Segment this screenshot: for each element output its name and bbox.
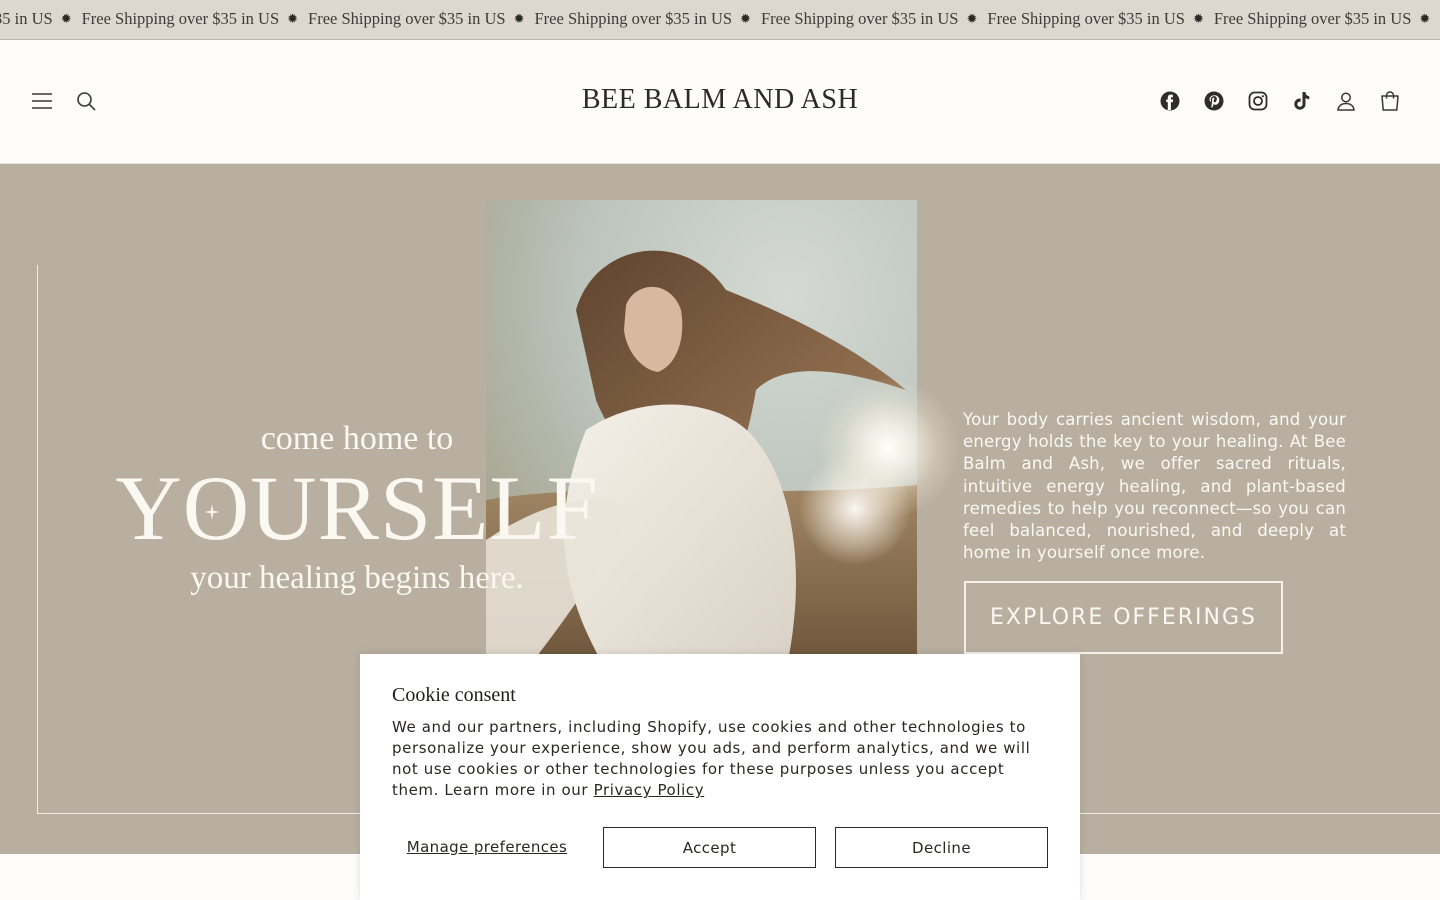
announcement-fragment: 35 in US ✹ — [0, 9, 72, 28]
announcement-bar: 35 in US ✹ Free Shipping over $35 in US ✹… — [0, 0, 1440, 40]
announcement-text: Free Shipping over $35 in US — [534, 9, 733, 28]
cookie-title: Cookie consent — [392, 684, 516, 706]
star-separator-icon: ✹ — [1419, 11, 1431, 26]
announcement-item: Free Shipping over $35 in US ✹ — [308, 9, 534, 29]
hero-tagline-main: YOURSELF — [115, 457, 599, 559]
account-icon[interactable] — [1333, 88, 1359, 114]
announcement-track: 35 in US ✹ Free Shipping over $35 in US ✹… — [0, 9, 1440, 29]
star-separator-icon: ✹ — [60, 11, 72, 26]
announcement-text: Free Shipping over $35 in US — [81, 9, 280, 28]
accept-button[interactable]: Accept — [603, 827, 816, 868]
announcement-text: Free Shipping over $35 in US — [987, 9, 1185, 28]
hero-tagline-bottom: your healing begins here. — [190, 560, 524, 596]
announcement-item: Free Shipping over $35 in US ✹ — [987, 9, 1213, 29]
cookie-consent-dialog: Cookie consent We and our partners, incl… — [360, 654, 1080, 900]
decline-button[interactable]: Decline — [835, 827, 1048, 868]
announcement-item: Free Shipping over $35 in US ✹ — [1214, 9, 1440, 29]
star-separator-icon: ✹ — [1192, 11, 1204, 26]
menu-icon[interactable] — [29, 88, 55, 114]
cookie-message: We and our partners, including Shopify, … — [392, 717, 1052, 801]
explore-offerings-button[interactable]: EXPLORE OFFERINGS — [964, 581, 1283, 654]
announcement-text: Free Shipping over $35 in US — [1213, 9, 1412, 28]
tiktok-icon[interactable] — [1289, 88, 1315, 114]
announcement-item: Free Shipping over $35 in US ✹ — [535, 9, 761, 29]
hero-tagline-top: come home to — [260, 420, 454, 457]
announcement-item: Free Shipping over $35 in US ✹ — [761, 9, 987, 29]
facebook-icon[interactable] — [1157, 88, 1183, 114]
star-separator-icon: ✹ — [287, 11, 299, 26]
hero-description: Your body carries ancient wisdom, and yo… — [963, 410, 1346, 563]
announcement-text: Free Shipping over $35 in US — [760, 9, 959, 28]
pinterest-icon[interactable] — [1201, 88, 1227, 114]
hero-frame-line — [37, 265, 38, 814]
star-separator-icon: ✹ — [740, 11, 751, 26]
search-icon[interactable] — [73, 88, 99, 114]
sun-glow — [800, 454, 910, 564]
brand-logo[interactable]: BEE BALM AND ASH — [520, 84, 920, 116]
manage-preferences-button[interactable]: Manage preferences — [392, 827, 582, 867]
privacy-policy-link[interactable]: Privacy Policy — [594, 781, 705, 799]
announcement-text: Free Shipping over $35 in US — [308, 9, 506, 28]
site-header: BEE BALM AND ASH — [0, 40, 1440, 164]
star-separator-icon: ✹ — [966, 11, 978, 26]
instagram-icon[interactable] — [1245, 88, 1271, 114]
announcement-item: Free Shipping over $35 in US ✹ — [82, 9, 308, 29]
sparkle-icon — [204, 504, 220, 520]
cookie-message-text: We and our partners, including Shopify, … — [392, 718, 1031, 799]
cart-icon[interactable] — [1377, 88, 1403, 114]
star-separator-icon: ✹ — [513, 11, 525, 26]
